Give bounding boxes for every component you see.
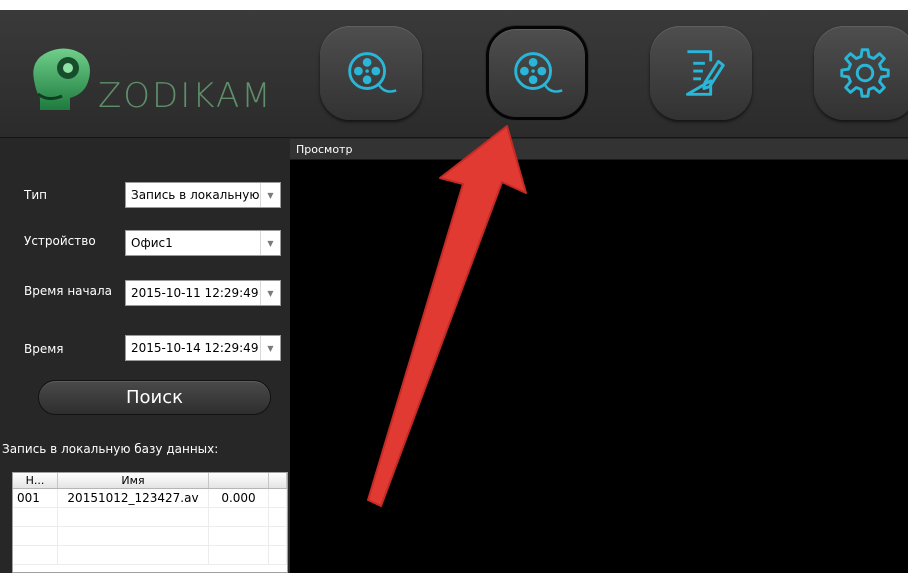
brand-name: ZODIKAM [98,76,273,116]
chevron-down-icon[interactable]: ▼ [260,281,280,305]
end-time-picker[interactable]: 2015-10-14 12:29:49 ▼ [125,335,281,361]
table-header: Н... Имя [13,473,287,489]
end-time-label: Время [24,342,64,356]
table-row[interactable]: 001 20151012_123427.av 0.000 [13,489,287,508]
zodikam-logo [33,48,90,110]
edit-document-icon [685,50,725,96]
column-header-number[interactable]: Н... [13,473,58,488]
search-button[interactable]: Поиск [38,380,271,415]
nav-log-button[interactable] [650,26,752,120]
records-table: Н... Имя 001 20151012_123427.av 0.000 [12,472,288,573]
table-row-empty [13,508,287,527]
nav-playback-button[interactable] [320,26,422,120]
database-label: Запись в локальную базу данных: [2,442,219,456]
cell-size: 0.000 [209,489,269,507]
preview-title: Просмотр [290,139,908,160]
cell-filename: 20151012_123427.av [58,489,209,507]
film-reel-icon [348,52,397,93]
type-label: Тип [24,188,47,202]
column-header-size[interactable] [209,473,269,488]
cell-number: 001 [13,489,58,507]
start-time-picker[interactable]: 2015-10-11 12:29:49 ▼ [125,280,281,306]
column-header-extra [269,473,287,488]
device-select[interactable]: Офис1 ▼ [125,230,281,256]
preview-pane: Просмотр [290,139,908,573]
header-bar: ZODIKAM [0,10,908,138]
chevron-down-icon[interactable]: ▼ [260,183,280,207]
table-row-empty [13,527,287,546]
nav-settings-button[interactable] [814,26,908,120]
app-window: ZODIKAM Тип Запись в локальную ▼ Устройс… [0,10,908,573]
start-time-value: 2015-10-11 12:29:49 [131,286,259,300]
nav-records-button[interactable] [486,26,588,120]
type-select[interactable]: Запись в локальную базу данных ▼ [125,182,281,208]
chevron-down-icon[interactable]: ▼ [260,231,280,255]
column-header-name[interactable]: Имя [58,473,209,488]
gear-icon [840,48,890,98]
type-value: Запись в локальную базу данных [131,188,280,202]
start-time-label: Время начала [24,284,112,298]
table-row-empty [13,546,287,565]
end-time-value: 2015-10-14 12:29:49 [131,341,259,355]
film-reel-icon [514,52,563,93]
device-label: Устройство [24,234,96,248]
chevron-down-icon[interactable]: ▼ [260,336,280,360]
device-value: Офис1 [131,236,173,250]
